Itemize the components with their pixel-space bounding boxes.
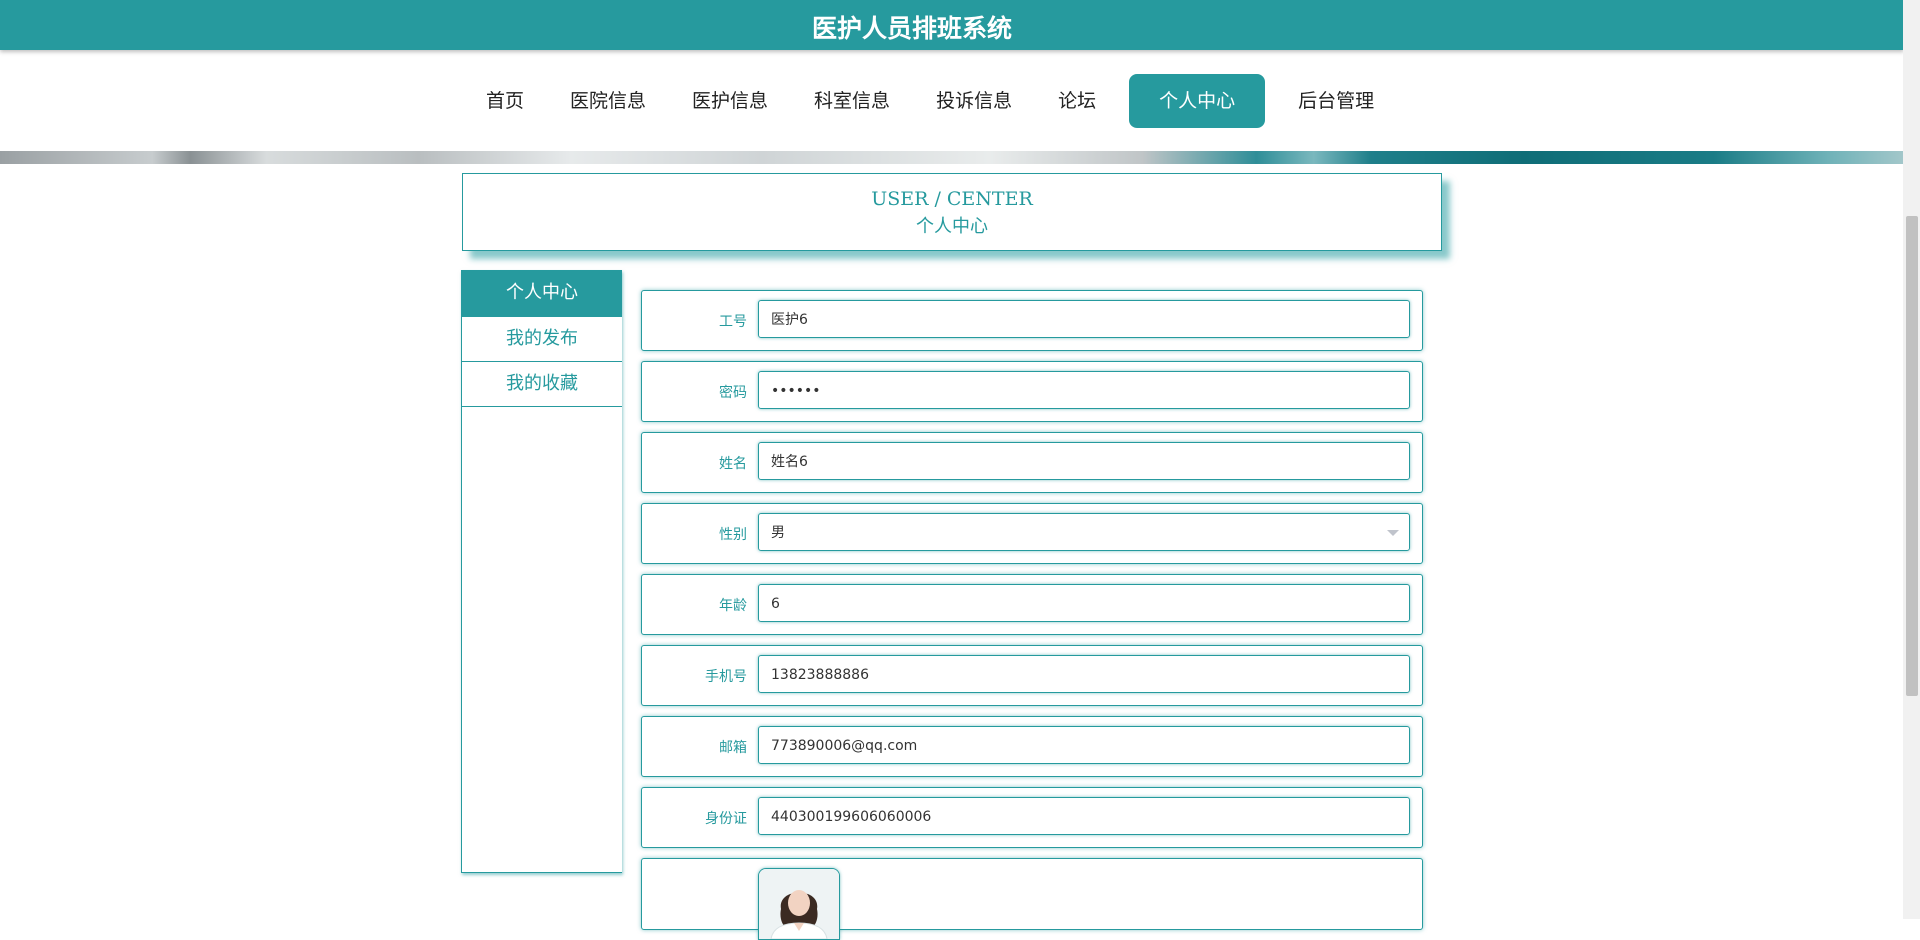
page-title-box: USER / CENTER 个人中心 xyxy=(462,173,1442,251)
nav-item-home[interactable]: 首页 xyxy=(463,74,547,128)
chevron-down-icon xyxy=(1387,530,1399,536)
phone-input[interactable]: 13823888886 xyxy=(758,655,1410,693)
form-row-password: 密码 •••••• xyxy=(641,361,1423,422)
phone-label: 手机号 xyxy=(705,669,747,685)
sidebar-item-user-center[interactable]: 个人中心 xyxy=(462,270,622,317)
age-input[interactable]: 6 xyxy=(758,584,1410,622)
form-row-gender: 性别 男 xyxy=(641,503,1423,564)
name-input[interactable]: 姓名6 xyxy=(758,442,1410,480)
nav-item-complaint-info[interactable]: 投诉信息 xyxy=(913,74,1035,128)
top-header-bar: 医护人员排班系统 xyxy=(0,0,1904,50)
nav-item-user-center[interactable]: 个人中心 xyxy=(1129,74,1266,128)
banner-image-strip xyxy=(0,151,1904,164)
gender-select[interactable]: 男 xyxy=(758,513,1410,551)
app-title: 医护人员排班系统 xyxy=(811,14,1012,43)
form-row-photo xyxy=(641,858,1423,940)
nav-item-department-info[interactable]: 科室信息 xyxy=(791,74,913,128)
scrollbar-thumb[interactable] xyxy=(1906,216,1918,696)
nav-item-admin[interactable]: 后台管理 xyxy=(1275,74,1397,128)
sidebar-menu: 个人中心 我的发布 我的收藏 xyxy=(461,270,622,873)
nav-item-staff-info[interactable]: 医护信息 xyxy=(669,74,791,128)
password-label: 密码 xyxy=(719,385,747,401)
form-row-phone: 手机号 13823888886 xyxy=(641,645,1423,706)
page-title-chinese: 个人中心 xyxy=(916,216,988,237)
avatar-portrait-icon xyxy=(759,869,839,939)
sidebar-item-my-favorites[interactable]: 我的收藏 xyxy=(462,362,622,407)
nav-item-forum[interactable]: 论坛 xyxy=(1035,74,1119,128)
employee-id-input[interactable]: 医护6 xyxy=(758,300,1410,338)
password-input[interactable]: •••••• xyxy=(758,371,1410,409)
email-label: 邮箱 xyxy=(719,740,747,756)
gender-select-value: 男 xyxy=(771,525,785,541)
main-navigation: 首页 医院信息 医护信息 科室信息 投诉信息 论坛 个人中心 后台管理 xyxy=(0,50,1904,151)
name-label: 姓名 xyxy=(719,456,747,472)
form-row-age: 年龄 6 xyxy=(641,574,1423,635)
age-label: 年龄 xyxy=(719,598,747,614)
form-row-employee-id: 工号 医护6 xyxy=(641,290,1423,351)
form-row-email: 邮箱 773890006@qq.com xyxy=(641,716,1423,777)
id-card-label: 身份证 xyxy=(705,811,747,827)
id-card-input[interactable]: 440300199606060006 xyxy=(758,797,1410,835)
form-row-id-card: 身份证 440300199606060006 xyxy=(641,787,1423,848)
avatar[interactable] xyxy=(758,868,840,940)
form-row-name: 姓名 姓名6 xyxy=(641,432,1423,493)
nav-item-hospital-info[interactable]: 医院信息 xyxy=(547,74,669,128)
gender-label: 性别 xyxy=(719,527,747,543)
email-input[interactable]: 773890006@qq.com xyxy=(758,726,1410,764)
employee-id-label: 工号 xyxy=(719,314,747,330)
sidebar-item-my-posts[interactable]: 我的发布 xyxy=(462,317,622,362)
page-title-english: USER / CENTER xyxy=(871,188,1033,210)
